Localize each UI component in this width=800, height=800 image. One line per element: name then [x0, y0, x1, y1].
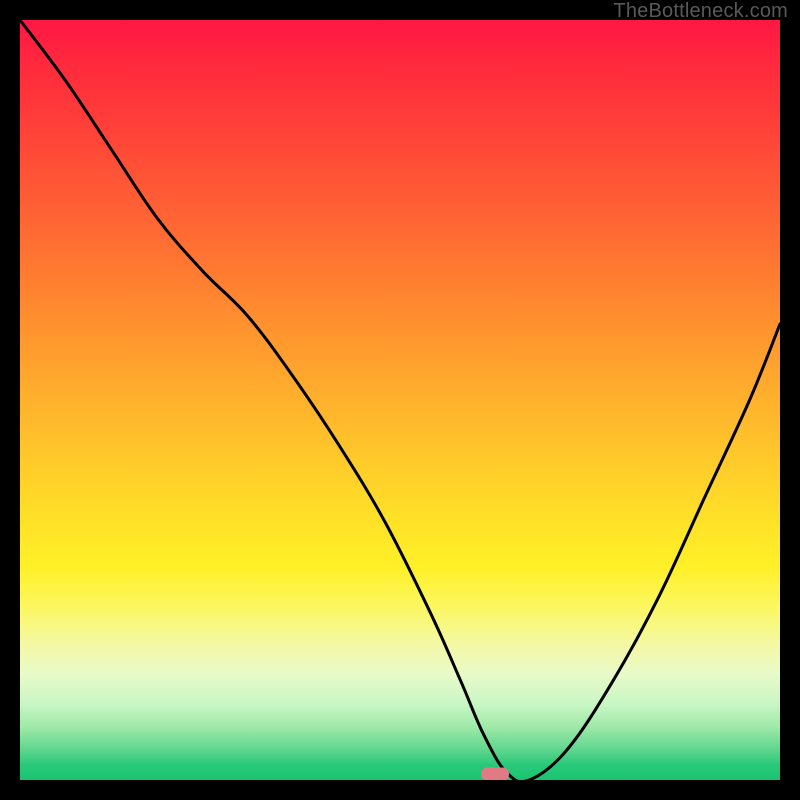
plot-area [20, 20, 780, 780]
optimum-marker [481, 768, 509, 781]
chart-frame: TheBottleneck.com [0, 0, 800, 800]
severity-gradient [20, 20, 780, 780]
